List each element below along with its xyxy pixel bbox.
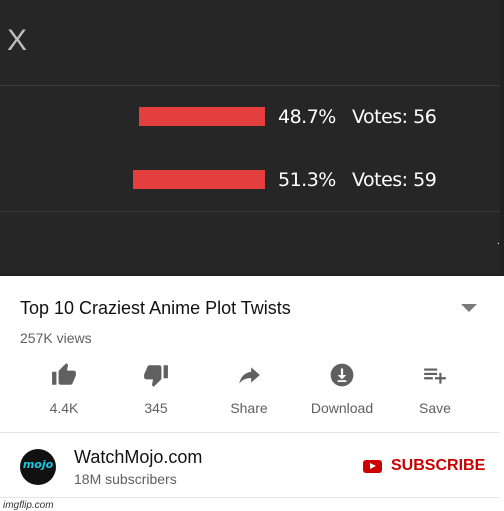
dislike-button[interactable]: 345 bbox=[116, 362, 196, 416]
playlist-add-icon bbox=[424, 368, 446, 384]
poll-votes-option-1: Votes: 56 bbox=[352, 106, 437, 128]
thumbs-up-icon bbox=[52, 363, 76, 385]
divider bbox=[0, 211, 500, 212]
divider bbox=[0, 85, 500, 86]
channel-avatar[interactable]: mojo bbox=[20, 449, 56, 485]
like-count: 4.4K bbox=[49, 400, 79, 416]
share-button[interactable]: Share bbox=[209, 362, 289, 416]
poll-percent-option-2: 51.3% bbox=[278, 169, 336, 191]
like-button[interactable]: 4.4K bbox=[24, 362, 104, 416]
watermark: imgflip.com bbox=[3, 500, 54, 511]
poll-bar-option-2 bbox=[133, 170, 265, 189]
save-label: Save bbox=[419, 400, 451, 416]
share-label: Share bbox=[230, 400, 268, 416]
divider bbox=[0, 497, 500, 498]
trailing-dot: . bbox=[497, 236, 500, 247]
divider bbox=[0, 432, 500, 433]
channel-name[interactable]: WatchMojo.com bbox=[74, 446, 202, 468]
close-button[interactable]: X bbox=[7, 24, 27, 58]
subscribe-button[interactable]: SUBSCRIBE bbox=[363, 455, 485, 477]
chevron-down-icon[interactable] bbox=[461, 304, 477, 312]
avatar-logo-text: mojo bbox=[22, 458, 54, 471]
dislike-count: 345 bbox=[144, 400, 168, 416]
download-icon bbox=[330, 363, 354, 387]
thumbs-down-icon bbox=[144, 365, 168, 387]
poll-panel: X 48.7% Votes: 56 51.3% Votes: 59 . bbox=[0, 0, 504, 276]
poll-votes-option-2: Votes: 59 bbox=[352, 169, 437, 191]
download-button[interactable]: Download bbox=[302, 362, 382, 416]
poll-bar-option-1 bbox=[139, 107, 265, 126]
subscriber-count: 18M subscribers bbox=[74, 471, 177, 487]
youtube-logo-icon bbox=[363, 459, 382, 473]
poll-panel-inner bbox=[0, 0, 500, 274]
poll-percent-option-1: 48.7% bbox=[278, 106, 336, 128]
save-button[interactable]: Save bbox=[395, 362, 475, 416]
video-title: Top 10 Craziest Anime Plot Twists bbox=[20, 298, 291, 318]
view-count: 257K views bbox=[20, 330, 92, 346]
share-icon bbox=[239, 367, 260, 384]
download-label: Download bbox=[310, 400, 374, 416]
subscribe-label: SUBSCRIBE bbox=[391, 457, 486, 474]
